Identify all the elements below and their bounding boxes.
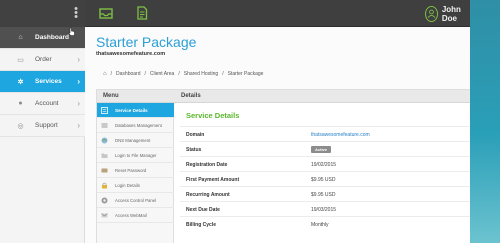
page-title: Starter Package [96,34,197,50]
breadcrumb-shared-hosting[interactable]: Shared Hosting [184,71,218,77]
menu-item-label: Databases Management [115,122,162,128]
row-value: 19/02/2015 [311,162,337,168]
client-area-window: • • • John Doe ⌂ Dashboard ▭ Order › ✲ S… [0,0,470,243]
menu-item-databases[interactable]: Databases Management [97,118,174,133]
user-menu[interactable]: John Doe [425,4,470,23]
menu-item-reset-password[interactable]: Reset Password [97,163,174,178]
row-value: Monthly [311,222,329,228]
chevron-right-icon: › [77,121,80,130]
cart-icon: ▭ [17,56,24,64]
panel-header: Menu Details [97,90,470,103]
sidebar-item-label: Dashboard [35,34,69,41]
user-icon: ● [18,100,23,107]
more-options-icon[interactable]: • • • [73,4,79,23]
sidebar-item-support[interactable]: ◎ Support › [0,115,85,137]
control-panel-icon [101,197,108,204]
details-header: Details [181,93,201,99]
sidebar-item-services[interactable]: ✲ Services › [0,71,85,93]
table-row: Next Due Date 19/03/2015 [180,201,470,216]
section-title: Service Details [186,111,240,120]
service-menu: Service Details Databases Management DNS… [97,103,174,243]
table-row: Billing Cycle Monthly [180,216,470,231]
menu-item-label: Access WebMail [115,212,147,218]
breadcrumb-current: Starter Package [227,71,264,77]
row-label: Next Due Date [186,207,220,213]
menu-item-dns[interactable]: DNS Management [97,133,174,148]
menu-item-label: Reset Password [115,167,147,173]
row-value: 19/03/2015 [311,207,337,213]
menu-item-label: Login to File Manager [115,152,157,158]
row-value: $9.95 USD [311,177,336,183]
page-subtitle: thatsawesomefeature.com [96,51,166,57]
lock-icon [101,182,108,189]
domain-link[interactable]: thatsawesomefeature.com [311,132,370,138]
lifebuoy-icon: ◎ [17,122,24,130]
table-row: Recurring Amount $9.95 USD [180,186,470,201]
list-icon [101,106,108,114]
menu-item-login-details[interactable]: Login Details [97,178,174,193]
database-icon [101,122,108,129]
top-bar: • • • John Doe [0,0,470,27]
invoice-icon[interactable] [135,6,149,20]
sidebar-item-label: Support [35,122,58,129]
sidebar: ⌂ Dashboard ▭ Order › ✲ Services › ● Acc… [0,27,85,243]
row-label: First Payment Amount [186,177,240,183]
breadcrumb-dashboard[interactable]: Dashboard [116,71,140,77]
gear-icon: ✲ [17,78,24,86]
row-label: Recurring Amount [186,192,230,198]
table-row: Registration Date 19/02/2015 [180,156,470,171]
sidebar-item-account[interactable]: ● Account › [0,93,85,115]
breadcrumb-client-area[interactable]: Client Area [150,71,174,77]
status-badge: Active [311,146,332,153]
home-icon[interactable]: ⌂ [103,71,107,77]
chevron-right-icon: › [77,77,80,86]
row-label: Status [186,147,202,153]
user-name: John Doe [441,4,461,23]
inbox-icon[interactable] [99,6,113,20]
key-icon [101,167,108,174]
globe-icon [101,137,108,144]
sidebar-item-label: Order [35,56,52,63]
menu-item-label: Login Details [115,182,140,188]
folder-icon [101,152,108,159]
menu-item-label: DNS Management [115,137,151,143]
menu-item-file-manager[interactable]: Login to File Manager [97,148,174,163]
chevron-right-icon: › [77,55,80,64]
menu-item-label: Access Control Panel [115,197,157,203]
menu-header: Menu [103,93,119,99]
chevron-right-icon: › [77,99,80,108]
table-row: Status Active [180,141,470,156]
sidebar-item-label: Services [35,78,62,85]
menu-item-service-details[interactable]: Service Details [97,103,174,118]
menu-item-control-panel[interactable]: Access Control Panel [97,193,174,208]
breadcrumb: ⌂ / Dashboard / Client Area / Shared Hos… [103,71,264,77]
user-avatar-icon [427,9,436,18]
table-row: First Payment Amount $9.95 USD [180,171,470,186]
sidebar-item-order[interactable]: ▭ Order › [0,49,85,71]
hand-cursor-icon [68,27,75,36]
home-icon: ⌂ [18,34,23,41]
row-label: Billing Cycle [186,222,217,228]
mail-icon [101,212,108,219]
sidebar-item-label: Account [35,100,59,107]
row-label: Registration Date [186,162,228,168]
menu-item-webmail[interactable]: Access WebMail [97,208,174,223]
row-label: Domain [186,132,205,138]
row-value: $9.95 USD [311,192,336,198]
menu-item-label: Service Details [115,107,148,113]
table-row: Domain thatsawesomefeature.com [180,126,470,141]
avatar [425,5,438,22]
